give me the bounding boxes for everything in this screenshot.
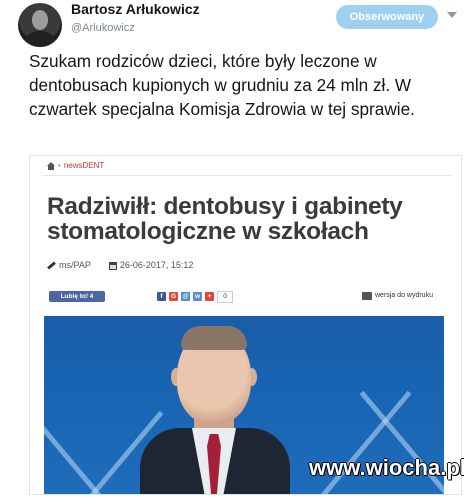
email-icon[interactable]: @ bbox=[181, 292, 190, 301]
facebook-icon[interactable]: f bbox=[157, 292, 166, 301]
google-icon[interactable]: G bbox=[169, 292, 178, 301]
handle[interactable]: @Arlukowicz bbox=[71, 22, 135, 34]
breadcrumb: • newsDENT bbox=[47, 161, 104, 170]
article-meta: ms/PAP 26-06-2017, 15:12 bbox=[47, 260, 193, 270]
pen-icon bbox=[47, 261, 56, 270]
breadcrumb-category[interactable]: newsDENT bbox=[64, 161, 104, 170]
article-headline: Radziwiłł: dentobusy i gabinety stomatol… bbox=[47, 193, 403, 245]
wykop-icon[interactable]: w bbox=[193, 292, 202, 301]
chevron-down-icon[interactable] bbox=[447, 12, 457, 18]
breadcrumb-separator: • bbox=[58, 161, 61, 170]
print-link[interactable]: wersja do wydruku bbox=[375, 292, 433, 299]
watermark: www.wiocha.pl bbox=[309, 455, 464, 480]
print-icon[interactable] bbox=[362, 292, 372, 300]
display-name[interactable]: Bartosz Arłukowicz bbox=[71, 1, 200, 17]
avatar-suit bbox=[24, 31, 56, 47]
person-hair bbox=[181, 326, 247, 350]
divider bbox=[42, 175, 452, 176]
share-toolbar: Lubię to! 4 f G @ w + 0 wersja do wydruk… bbox=[42, 290, 452, 304]
calendar-icon bbox=[108, 261, 117, 270]
avatar-face bbox=[32, 10, 48, 30]
like-button[interactable]: Lubię to! 4 bbox=[49, 291, 105, 302]
article-author: ms/PAP bbox=[59, 260, 91, 270]
home-icon[interactable] bbox=[47, 161, 55, 170]
tweet-header: Bartosz Arłukowicz @Arlukowicz Obserwowa… bbox=[0, 0, 464, 47]
follow-button[interactable]: Obserwowany bbox=[336, 5, 438, 29]
background-line bbox=[44, 410, 122, 494]
share-plus-icon[interactable]: + bbox=[205, 292, 214, 301]
avatar[interactable] bbox=[18, 3, 62, 47]
tweet-text: Szukam rodziców dzieci, które były leczo… bbox=[29, 51, 415, 119]
share-count: 0 bbox=[217, 291, 233, 303]
embedded-article-image[interactable]: • newsDENT Radziwiłł: dentobusy i gabinet… bbox=[29, 155, 462, 495]
article-date: 26-06-2017, 15:12 bbox=[119, 260, 194, 270]
